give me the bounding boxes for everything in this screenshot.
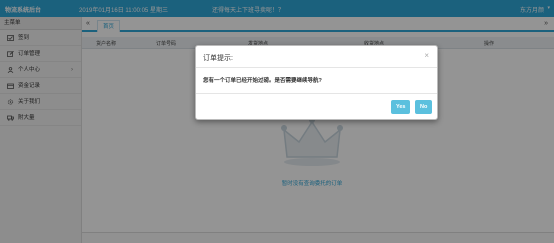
dialog-title: 订单提示: <box>203 55 233 62</box>
close-icon[interactable]: × <box>424 51 429 60</box>
dialog-header: 订单提示: × <box>196 46 437 68</box>
no-button[interactable]: No <box>415 100 433 114</box>
dialog-footer: Yes No <box>196 93 437 120</box>
order-prompt-dialog: 订单提示: × 您有一个订单已经开始过磅。是否需要继续导航? Yes No <box>195 45 438 120</box>
yes-button[interactable]: Yes <box>391 100 411 114</box>
dialog-message: 您有一个订单已经开始过磅。是否需要继续导航? <box>203 78 322 84</box>
modal-overlay <box>0 0 554 243</box>
